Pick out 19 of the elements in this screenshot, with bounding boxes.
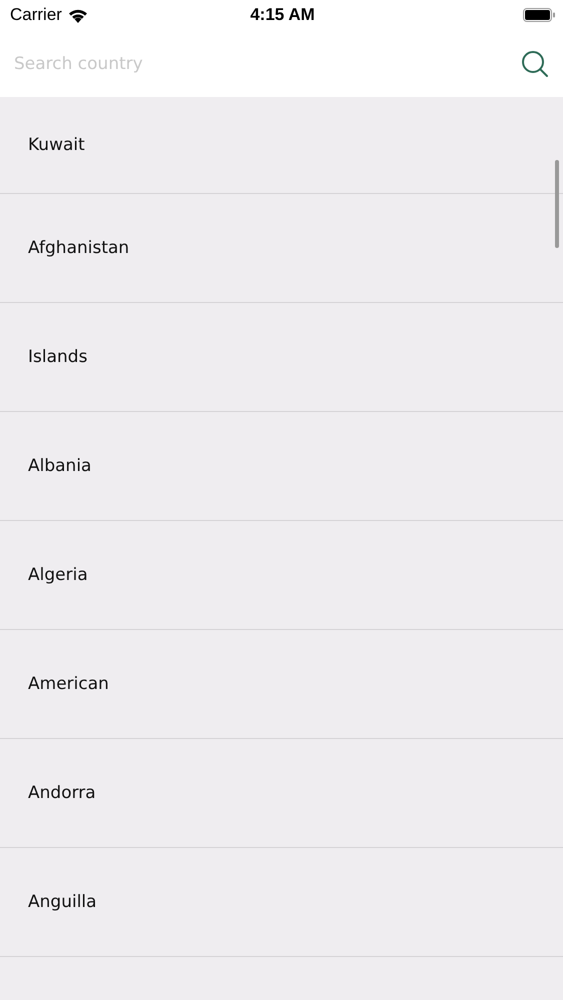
country-row[interactable]: Islands [0,303,563,412]
carrier-name: Carrier [10,5,62,25]
country-row[interactable]: American [0,630,563,739]
country-row[interactable]: Anguilla [0,848,563,957]
country-name: Albania [28,456,92,476]
country-name: Andorra [28,783,96,803]
status-time: 4:15 AM [249,5,316,25]
country-name: Kuwait [28,135,85,155]
country-row[interactable]: Andorra [0,739,563,848]
country-name: Afghanistan [28,238,130,258]
country-row[interactable]: Algeria [0,521,563,630]
country-name: Algeria [28,565,88,585]
country-row[interactable]: Albania [0,412,563,521]
country-name: Anguilla [28,892,97,912]
battery-icon [523,8,556,22]
country-name: American [28,674,109,694]
country-name: Islands [28,347,88,367]
search-icon [521,50,549,78]
wifi-icon [68,8,88,22]
